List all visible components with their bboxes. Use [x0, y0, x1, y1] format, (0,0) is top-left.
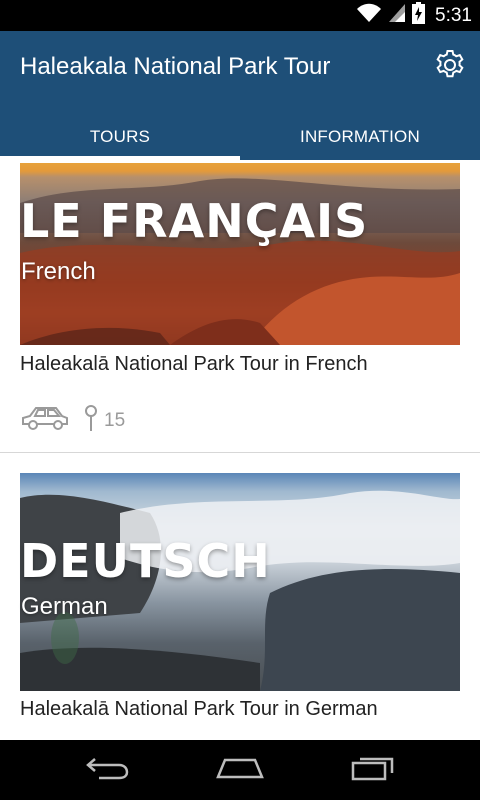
tour-hero-title-german: DEUTSCH: [20, 534, 271, 588]
tab-information[interactable]: INFORMATION: [240, 113, 480, 160]
tab-tours[interactable]: TOURS: [0, 113, 240, 160]
status-time: 5:31: [435, 4, 472, 26]
system-nav-bar: [0, 740, 480, 800]
tab-bar: TOURS INFORMATION: [0, 113, 480, 160]
back-icon: [85, 755, 129, 786]
settings-button[interactable]: [432, 49, 468, 85]
gear-icon: [434, 49, 466, 86]
battery-charging-icon: [412, 2, 426, 29]
status-icons: 5:31: [356, 0, 472, 31]
recent-apps-icon: [350, 754, 396, 787]
tour-card-french[interactable]: LE FRANÇAIS French Haleakalā National Pa…: [0, 160, 480, 453]
app-bar: Haleakala National Park Tour TOURS INFOR…: [0, 31, 480, 160]
tour-caption-german: Haleakalā National Park Tour in German: [20, 698, 378, 720]
tour-caption-french: Haleakalā National Park Tour in French: [20, 353, 368, 375]
home-button[interactable]: [210, 748, 270, 792]
stop-count: 15: [104, 409, 126, 431]
tour-meta-french: 15: [20, 404, 125, 437]
home-icon: [215, 756, 265, 785]
recent-apps-button[interactable]: [343, 748, 403, 792]
signal-icon: [388, 3, 406, 28]
tour-hero-subtitle-french: French: [21, 258, 96, 285]
wifi-icon: [356, 3, 382, 28]
status-bar: 5:31: [0, 0, 480, 31]
tour-hero-subtitle-german: German: [21, 593, 108, 620]
app-title: Haleakala National Park Tour: [20, 53, 331, 80]
map-pin-icon: [84, 404, 98, 437]
tour-card-german[interactable]: DEUTSCH German Haleakalā National Park T…: [0, 453, 480, 740]
tour-list[interactable]: LE FRANÇAIS French Haleakalā National Pa…: [0, 160, 480, 740]
tour-image-french: [20, 163, 460, 345]
car-icon: [20, 404, 70, 437]
tour-hero-title-french: LE FRANÇAIS: [20, 194, 369, 248]
back-button[interactable]: [77, 748, 137, 792]
crater-landscape-illustration: [20, 178, 460, 345]
